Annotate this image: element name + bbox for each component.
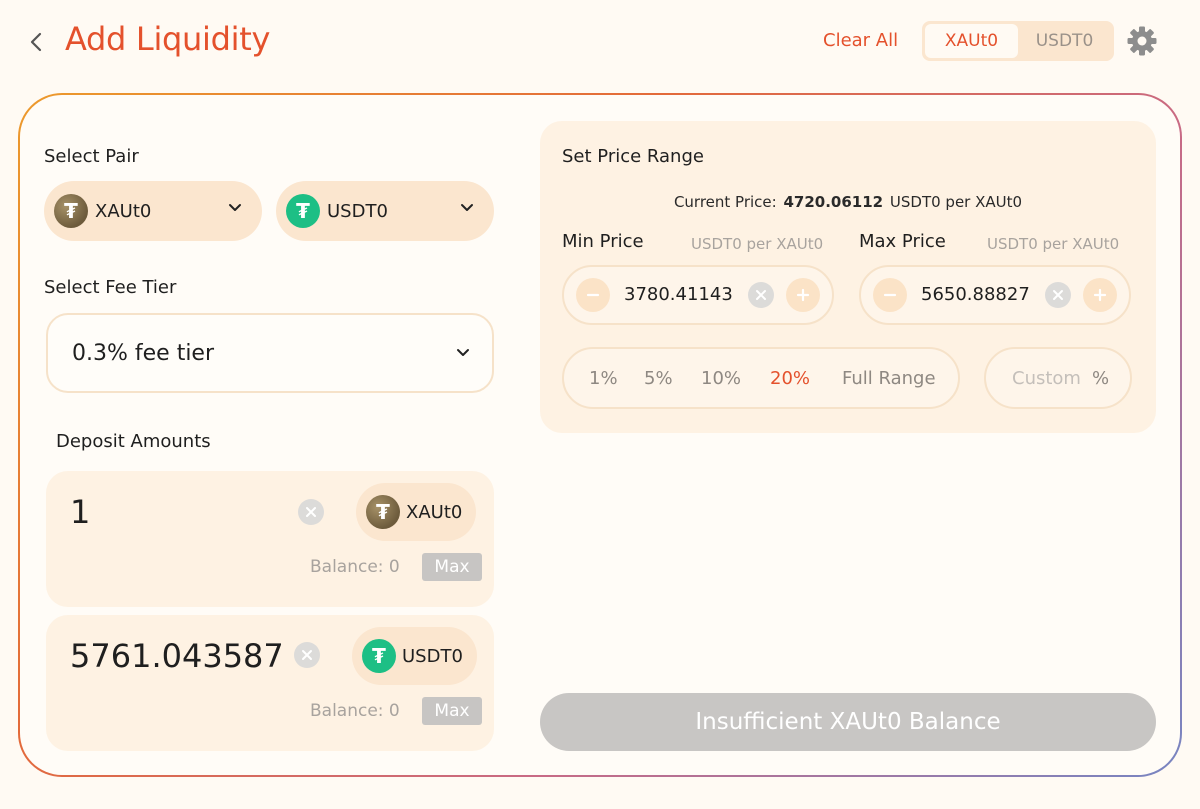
custom-range-input[interactable]: Custom % [984, 347, 1132, 409]
clear-amount-icon[interactable] [294, 642, 320, 668]
xaut0-token-icon: ₮ [366, 495, 400, 529]
balance-label: Balance: 0 [310, 701, 400, 721]
min-price-input[interactable]: 3780.41143 [624, 284, 733, 305]
min-price-unit: USDT0 per XAUt0 [691, 235, 824, 253]
fee-tier-label: Select Fee Tier [44, 277, 177, 298]
chevron-left-icon[interactable] [26, 29, 46, 55]
max-price-unit: USDT0 per XAUt0 [987, 235, 1120, 253]
chevron-down-icon [461, 204, 473, 211]
range-option-full-range[interactable]: Full Range [842, 368, 936, 389]
submit-button[interactable]: Insufficient XAUt0 Balance [540, 693, 1156, 751]
chevron-down-icon [229, 204, 241, 211]
header: Add Liquidity Clear All XAUt0 USDT0 [0, 0, 1200, 90]
deposit-amount-input[interactable]: 5761.043587 [70, 637, 284, 675]
plus-icon[interactable] [1083, 278, 1117, 312]
max-price-input[interactable]: 5650.88827 [921, 284, 1030, 305]
token-b-select[interactable]: ₮ USDT0 [276, 181, 494, 241]
toggle-xaut0[interactable]: XAUt0 [925, 24, 1018, 58]
price-range-panel: Set Price Range Current Price: 4720.0611… [540, 121, 1156, 433]
liquidity-card: Select Pair ₮ XAUt0 ₮ USDT0 Select Fee T… [20, 95, 1180, 775]
current-price-value: 4720.06112 [783, 193, 884, 211]
range-option-20pct[interactable]: 20% [770, 368, 810, 389]
clear-all-button[interactable]: Clear All [823, 30, 898, 51]
chevron-down-icon [457, 349, 469, 356]
balance-label: Balance: 0 [310, 557, 400, 577]
usdt0-token-icon: ₮ [362, 639, 396, 673]
page-title: Add Liquidity [65, 20, 271, 58]
deposit-token-symbol: USDT0 [402, 645, 463, 667]
max-button[interactable]: Max [422, 553, 482, 581]
minus-icon[interactable] [873, 278, 907, 312]
select-pair-label: Select Pair [44, 146, 139, 167]
deposit-box-usdt0: 5761.043587 ₮ USDT0 Balance: 0 Max [46, 615, 494, 751]
range-option-5pct[interactable]: 5% [644, 368, 673, 389]
max-price-stepper: 5650.88827 [859, 265, 1131, 325]
deposit-box-xaut0: 1 ₮ XAUt0 Balance: 0 Max [46, 471, 494, 607]
token-a-select[interactable]: ₮ XAUt0 [44, 181, 262, 241]
range-option-10pct[interactable]: 10% [701, 368, 741, 389]
deposit-amount-input[interactable]: 1 [70, 493, 90, 531]
current-price-label: Current Price: [673, 193, 777, 211]
clear-min-price-icon[interactable] [748, 282, 774, 308]
deposit-token-symbol: XAUt0 [406, 501, 463, 523]
plus-icon[interactable] [786, 278, 820, 312]
min-price-label: Min Price [562, 231, 644, 252]
token-a-symbol: XAUt0 [95, 200, 152, 222]
xaut0-token-icon: ₮ [54, 194, 88, 228]
deposit-amounts-label: Deposit Amounts [56, 431, 211, 452]
min-price-stepper: 3780.41143 [562, 265, 834, 325]
current-price: Current Price: 4720.06112 USDT0 per XAUt… [540, 193, 1156, 211]
price-range-label: Set Price Range [562, 146, 704, 167]
percent-suffix: % [1092, 368, 1110, 389]
fee-tier-select[interactable]: 0.3% fee tier [46, 313, 494, 393]
fee-tier-value: 0.3% fee tier [72, 340, 215, 366]
clear-amount-icon[interactable] [298, 499, 324, 525]
deposit-token-pill[interactable]: ₮ USDT0 [352, 627, 477, 685]
range-preset-group: 1% 5% 10% 20% Full Range [562, 347, 960, 409]
token-b-symbol: USDT0 [327, 200, 388, 222]
current-price-unit: USDT0 per XAUt0 [889, 193, 1023, 211]
range-option-1pct[interactable]: 1% [589, 368, 618, 389]
base-token-toggle: XAUt0 USDT0 [922, 21, 1114, 61]
max-price-label: Max Price [859, 231, 946, 252]
usdt0-token-icon: ₮ [286, 194, 320, 228]
toggle-usdt0[interactable]: USDT0 [1018, 24, 1111, 58]
custom-range-placeholder: Custom [1012, 368, 1081, 389]
liquidity-card-border: Select Pair ₮ XAUt0 ₮ USDT0 Select Fee T… [18, 93, 1182, 777]
clear-max-price-icon[interactable] [1045, 282, 1071, 308]
gear-icon[interactable] [1126, 25, 1158, 57]
minus-icon[interactable] [576, 278, 610, 312]
max-button[interactable]: Max [422, 697, 482, 725]
deposit-token-pill[interactable]: ₮ XAUt0 [356, 483, 477, 541]
